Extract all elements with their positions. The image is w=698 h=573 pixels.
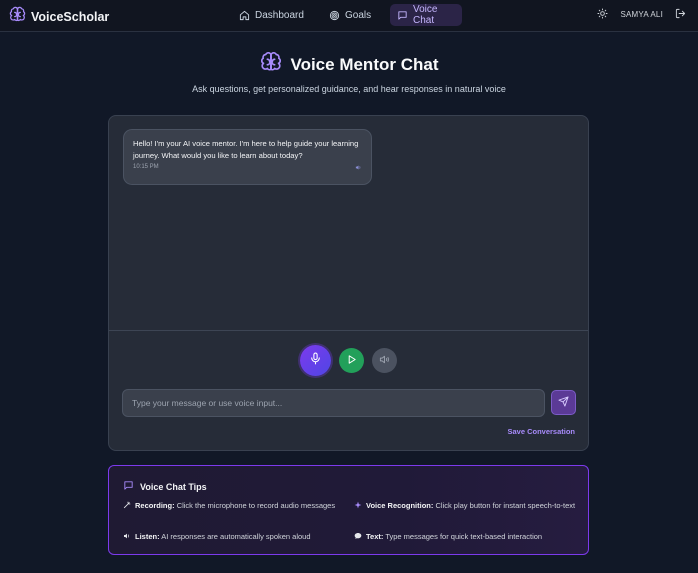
tip-label: Voice Recognition: [366,501,434,510]
speech-bubble-icon [354,532,362,540]
voice-chat-tips: Voice Chat Tips Recording: Click the mic… [108,465,589,555]
tip-text: AI responses are automatically spoken al… [161,532,311,541]
send-button[interactable] [551,390,576,415]
chat-panel: Hello! I'm your AI voice mentor. I'm her… [108,115,589,451]
nav-goals-label: Goals [345,9,372,21]
chat-icon [397,10,408,21]
tip-text: Click the microphone to record audio mes… [176,501,336,510]
brain-title-icon [260,51,282,78]
speaker-icon [123,532,131,540]
divider [109,330,588,331]
message-time: 10:15 PM [133,164,159,170]
record-mic-button[interactable] [300,345,331,376]
message-input[interactable] [122,389,545,417]
voice-controls [109,345,588,376]
brain-logo-icon [9,6,26,28]
wand-icon [123,501,131,509]
nav-goals[interactable]: Goals [322,4,378,26]
tip-voice-recognition: Voice Recognition: Click play button for… [354,500,579,511]
replay-speaker-icon[interactable] [355,158,362,176]
mentor-message: Hello! I'm your AI voice mentor. I'm her… [123,129,372,185]
speaker-button[interactable] [372,348,397,373]
play-button[interactable] [339,348,364,373]
message-list[interactable]: Hello! I'm your AI voice mentor. I'm her… [109,116,588,330]
tip-recording: Recording: Click the microphone to recor… [123,500,343,511]
tip-text: Click play button for instant speech-to-… [435,501,576,510]
tip-label: Listen: [135,532,160,541]
user-name[interactable]: SAMYA ALI [620,10,663,19]
tips-header: Voice Chat Tips [123,480,207,493]
send-icon [558,394,569,412]
nav-voice-chat-label: Voice Chat [413,4,438,26]
tip-listen: Listen: AI responses are automatically s… [123,531,348,542]
microphone-icon [309,352,322,370]
top-navbar: VoiceScholar Dashboard Goals Voice Chat … [0,0,698,32]
tip-label: Recording: [135,501,175,510]
tip-label: Text: [366,532,384,541]
user-actions: SAMYA ALI [597,8,686,21]
nav-dashboard-label: Dashboard [255,9,304,21]
brand-name: VoiceScholar [31,10,110,24]
home-icon [239,10,250,21]
speaker-muted-icon [379,352,390,370]
tip-text-input: Text: Type messages for quick text-based… [354,531,579,542]
theme-toggle-sun-icon[interactable] [597,8,608,21]
page-header: Voice Mentor Chat [0,51,698,78]
logout-icon[interactable] [675,8,686,21]
message-input-row [122,389,576,417]
play-icon [346,352,357,370]
tips-title: Voice Chat Tips [140,481,207,492]
message-meta: 10:15 PM [133,158,362,176]
page-title: Voice Mentor Chat [290,54,439,74]
nav-dashboard[interactable]: Dashboard [232,4,311,26]
save-conversation-link[interactable]: Save Conversation [507,427,575,436]
target-icon [329,10,340,21]
chat-icon [123,480,134,493]
page-subtitle: Ask questions, get personalized guidance… [192,84,506,94]
sparkle-icon [354,501,362,509]
nav-voice-chat[interactable]: Voice Chat [390,4,462,26]
tip-text: Type messages for quick text-based inter… [385,532,543,541]
brand[interactable]: VoiceScholar [9,6,109,28]
